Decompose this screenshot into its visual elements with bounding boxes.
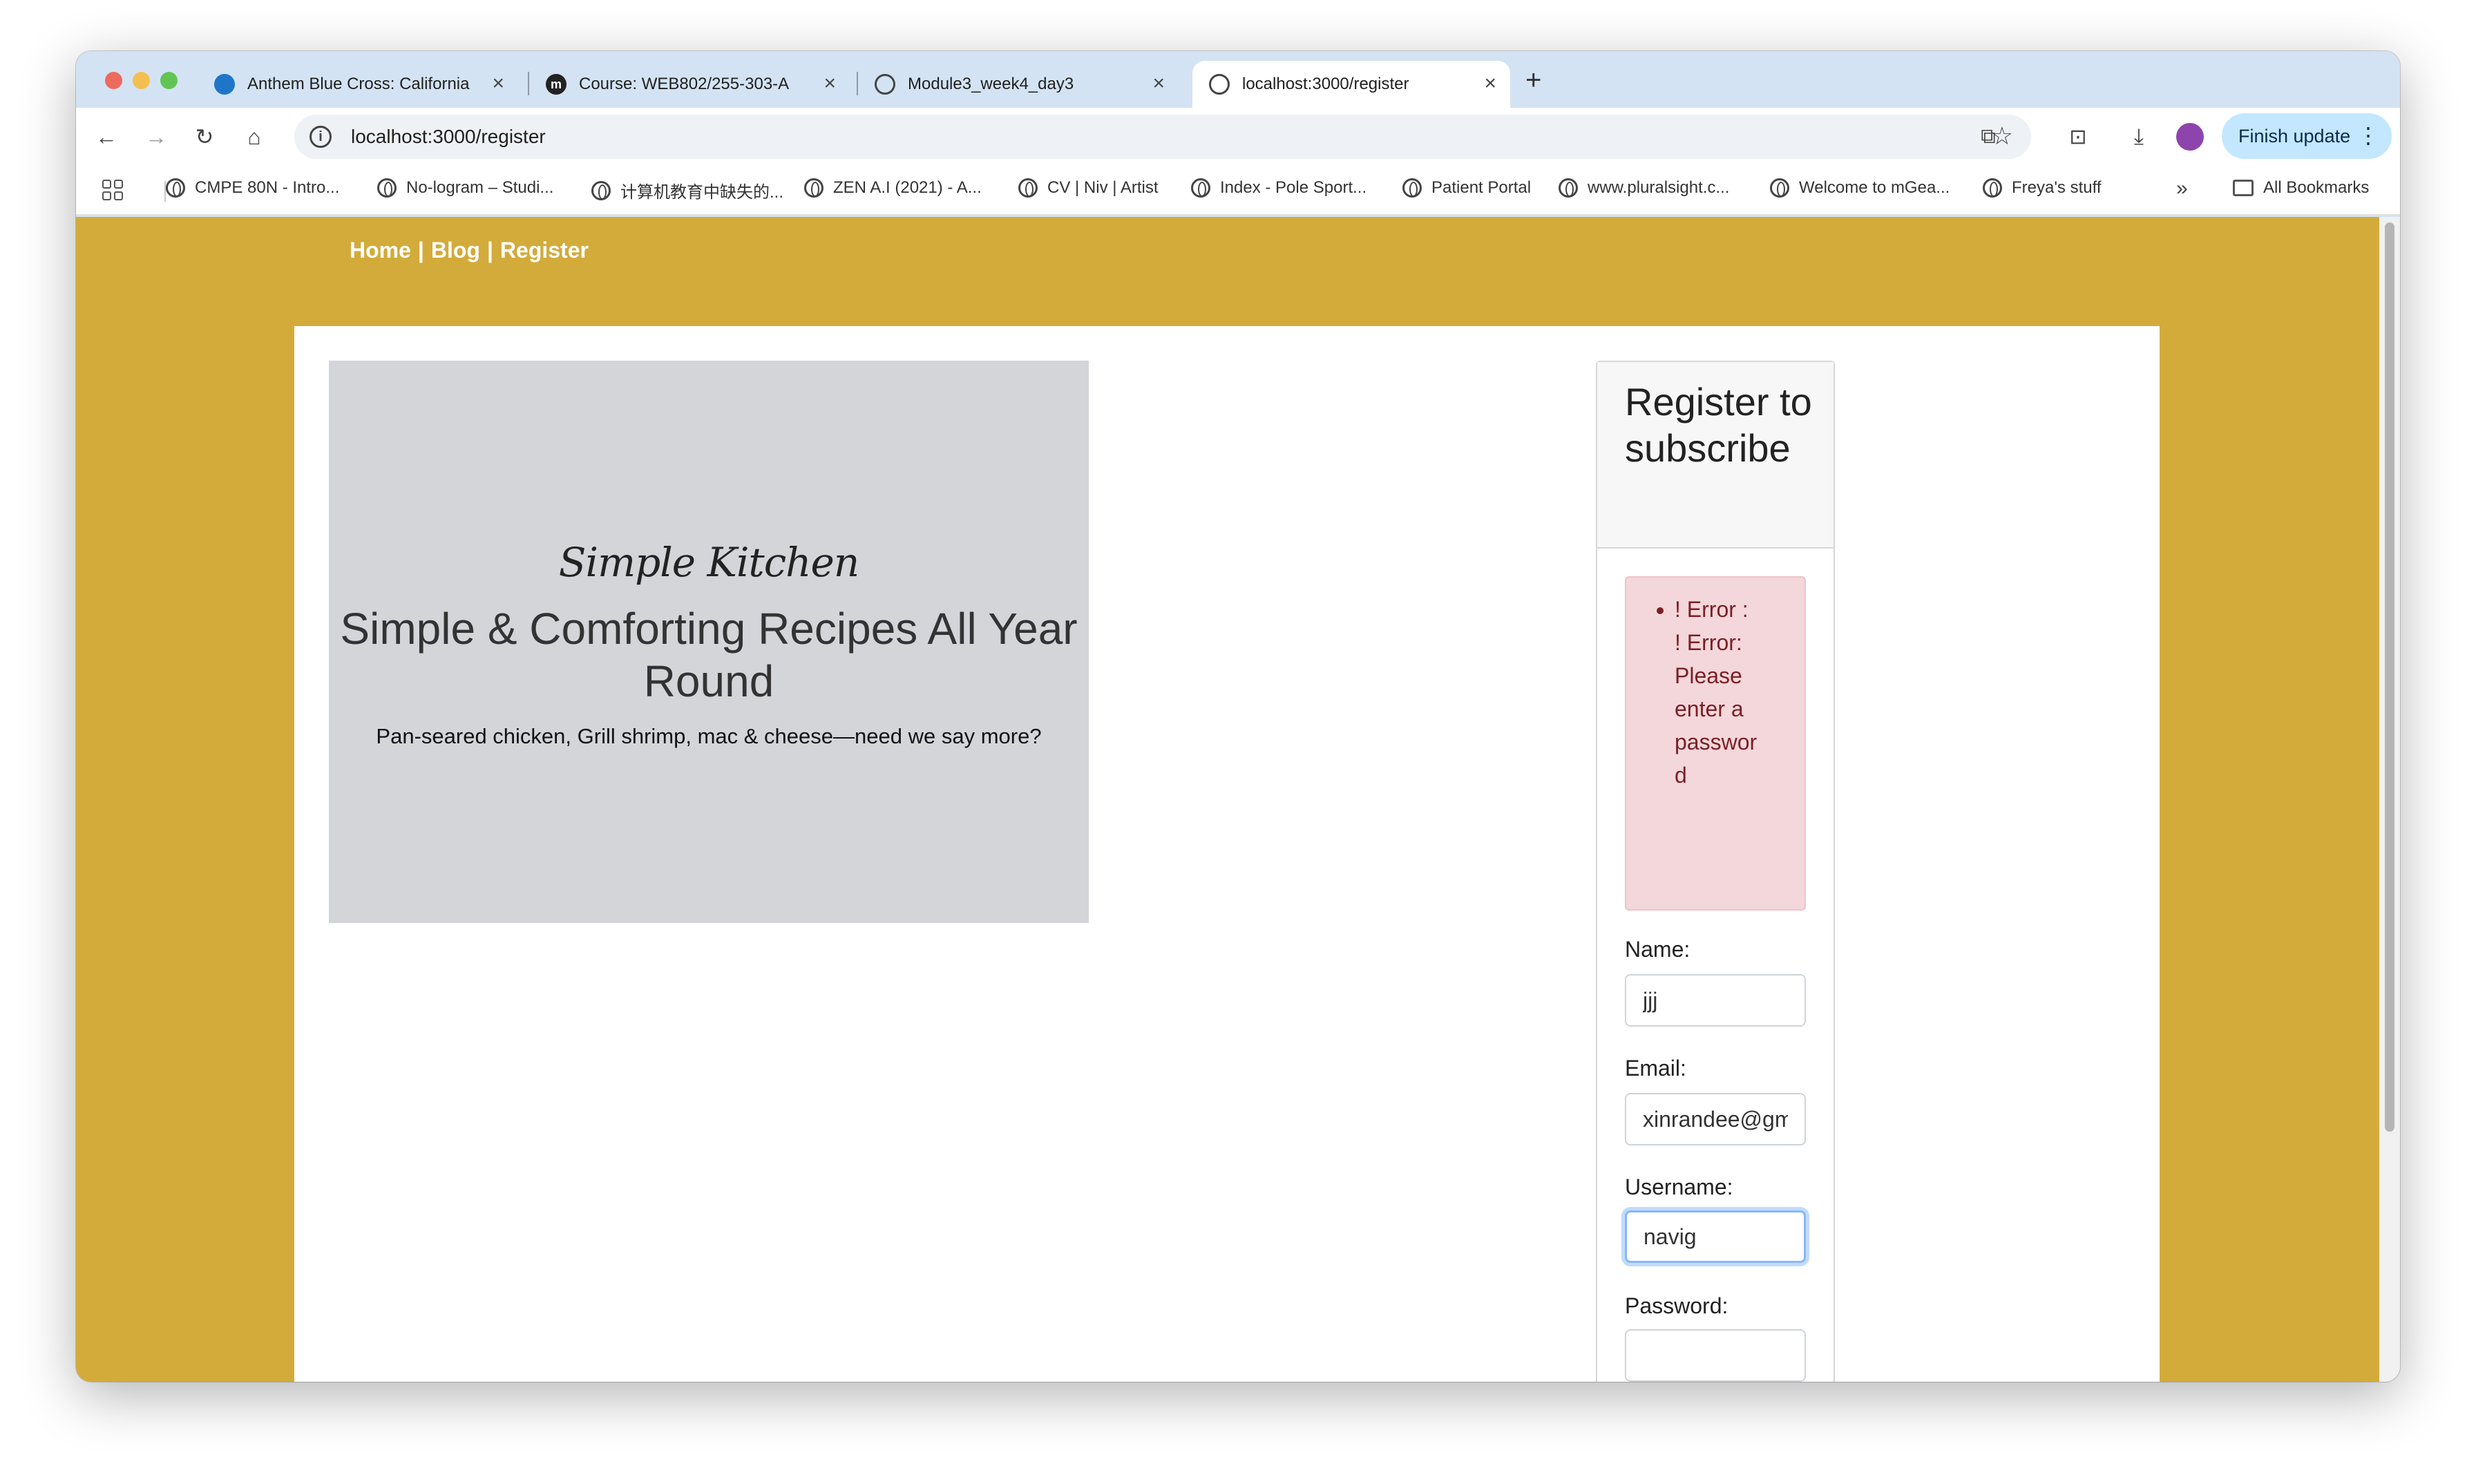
globe-icon <box>1209 74 1230 95</box>
download-icon[interactable]: ⤓ <box>2125 123 2153 151</box>
error-alert: ! Error : ! Error: Please enter a passwo… <box>1625 576 1806 911</box>
profile-avatar[interactable] <box>2176 123 2204 151</box>
nav-home-link[interactable]: Home <box>350 238 411 263</box>
tab-register[interactable]: localhost:3000/register × <box>1192 61 1510 108</box>
tab-anthem[interactable]: Anthem Blue Cross: California × <box>198 61 518 108</box>
username-field[interactable] <box>1625 1210 1806 1263</box>
folder-icon <box>2233 180 2254 196</box>
page-viewport: Home | Blog | Register Simple Kitchen Si… <box>76 217 2379 1382</box>
finish-update-label: Finish update <box>2238 126 2351 146</box>
globe-icon <box>1402 178 1422 198</box>
email-field[interactable] <box>1625 1093 1806 1145</box>
browser-window: Anthem Blue Cross: California × m Course… <box>76 51 2400 1382</box>
close-icon[interactable]: × <box>492 73 504 94</box>
error-message: ! Error : ! Error: Please enter a passwo… <box>1675 593 1758 792</box>
maximize-window-button[interactable] <box>160 72 178 89</box>
more-bookmarks-button[interactable]: » <box>2176 177 2188 200</box>
close-window-button[interactable] <box>105 72 122 89</box>
bookmark-item[interactable]: CMPE 80N - Intro... <box>166 178 339 198</box>
globe-icon <box>377 178 397 198</box>
bookmark-item[interactable]: Welcome to mGea... <box>1770 178 1950 198</box>
hero-subtitle: Pan-seared chicken, Grill shrimp, mac & … <box>376 724 1042 748</box>
browser-toolbar: ← → ↻ ⌂ i localhost:3000/register ☆ ⧉ ⊡ … <box>76 108 2400 166</box>
main-content: Simple Kitchen Simple & Comforting Recip… <box>294 326 2160 1382</box>
tab-title: Module3_week4_day3 <box>908 75 1074 93</box>
tab-title: Course: WEB802/255-303-A <box>579 75 790 93</box>
url-text[interactable]: localhost:3000/register <box>351 126 546 148</box>
minimize-window-button[interactable] <box>133 72 150 89</box>
apps-grid-icon[interactable] <box>102 180 123 200</box>
home-icon[interactable]: ⌂ <box>240 123 268 151</box>
globe-icon <box>1191 178 1210 198</box>
tab-title: Anthem Blue Cross: California <box>247 75 470 93</box>
close-icon[interactable]: × <box>823 73 836 94</box>
register-card: Register to subscribe ! Error : ! Error:… <box>1596 361 1835 1382</box>
tab-module3[interactable]: Module3_week4_day3 × <box>858 61 1179 108</box>
hero-banner: Simple Kitchen Simple & Comforting Recip… <box>329 361 1089 923</box>
username-label: Username: <box>1625 1174 1733 1199</box>
bookmark-item[interactable]: 计算机教育中缺失的... <box>591 178 783 202</box>
globe-icon <box>804 178 823 198</box>
globe-icon <box>1018 178 1038 198</box>
page-scrollbar[interactable] <box>2379 217 2400 1382</box>
bookmark-item[interactable]: Patient Portal <box>1402 178 1531 198</box>
tab-search-icon[interactable]: ⊡ <box>2064 123 2092 151</box>
tab-course[interactable]: m Course: WEB802/255-303-A × <box>529 61 850 108</box>
nav-blog-link[interactable]: Blog <box>431 238 480 263</box>
name-field[interactable] <box>1625 974 1806 1027</box>
bookmark-item[interactable]: Freya's stuff <box>1983 178 2102 198</box>
globe-icon <box>875 74 895 95</box>
site-logo: Simple Kitchen <box>558 539 859 586</box>
register-heading: Register to subscribe <box>1625 380 1812 470</box>
bookmark-item[interactable]: CV | Niv | Artist <box>1018 178 1159 198</box>
globe-icon <box>1770 178 1789 198</box>
globe-icon <box>1559 178 1578 198</box>
bookmark-item[interactable]: No-logram – Studi... <box>377 178 553 198</box>
globe-icon <box>1983 178 2002 198</box>
back-icon[interactable]: ← <box>93 123 120 151</box>
bookmark-item[interactable]: www.pluralsight.c... <box>1559 178 1729 198</box>
register-card-header: Register to subscribe <box>1597 362 1834 549</box>
name-label: Name: <box>1625 937 1691 962</box>
password-field[interactable] <box>1625 1329 1806 1382</box>
globe-icon <box>166 178 185 198</box>
globe-icon <box>591 180 611 200</box>
nav-separator: | <box>417 238 424 263</box>
more-menu-icon[interactable]: ⋮ <box>2357 122 2379 149</box>
nav-separator: | <box>486 238 493 263</box>
address-bar[interactable]: i localhost:3000/register ☆ <box>294 115 2031 159</box>
bookmark-item[interactable]: ZEN A.I (2021) - A... <box>804 178 982 198</box>
moodle-icon: m <box>546 74 566 95</box>
finish-update-button[interactable]: Finish update ⋮ <box>2222 113 2392 159</box>
tab-strip: Anthem Blue Cross: California × m Course… <box>76 51 2400 108</box>
forward-icon[interactable]: → <box>142 123 170 151</box>
password-label: Password: <box>1625 1293 1729 1318</box>
hero-title: Simple & Comforting Recipes All Year Rou… <box>340 604 1078 706</box>
email-label: Email: <box>1625 1056 1686 1081</box>
tab-title: localhost:3000/register <box>1242 75 1409 93</box>
bookmarks-bar: CMPE 80N - Intro... No-logram – Studi...… <box>76 166 2400 216</box>
extensions-icon[interactable]: ⧉ <box>1974 123 2002 151</box>
site-info-icon[interactable]: i <box>310 126 332 148</box>
reload-icon[interactable]: ↻ <box>191 123 218 151</box>
bookmark-item[interactable]: Index - Pole Sport... <box>1191 178 1366 198</box>
anthem-icon <box>214 74 235 95</box>
close-icon[interactable]: × <box>1484 73 1496 94</box>
nav-register-link[interactable]: Register <box>500 238 589 263</box>
scrollbar-thumb[interactable] <box>2385 222 2394 1132</box>
site-nav: Home | Blog | Register <box>350 238 589 263</box>
close-icon[interactable]: × <box>1152 73 1165 94</box>
all-bookmarks-button[interactable]: All Bookmarks <box>2233 178 2369 198</box>
new-tab-button[interactable]: + <box>1525 66 1541 94</box>
